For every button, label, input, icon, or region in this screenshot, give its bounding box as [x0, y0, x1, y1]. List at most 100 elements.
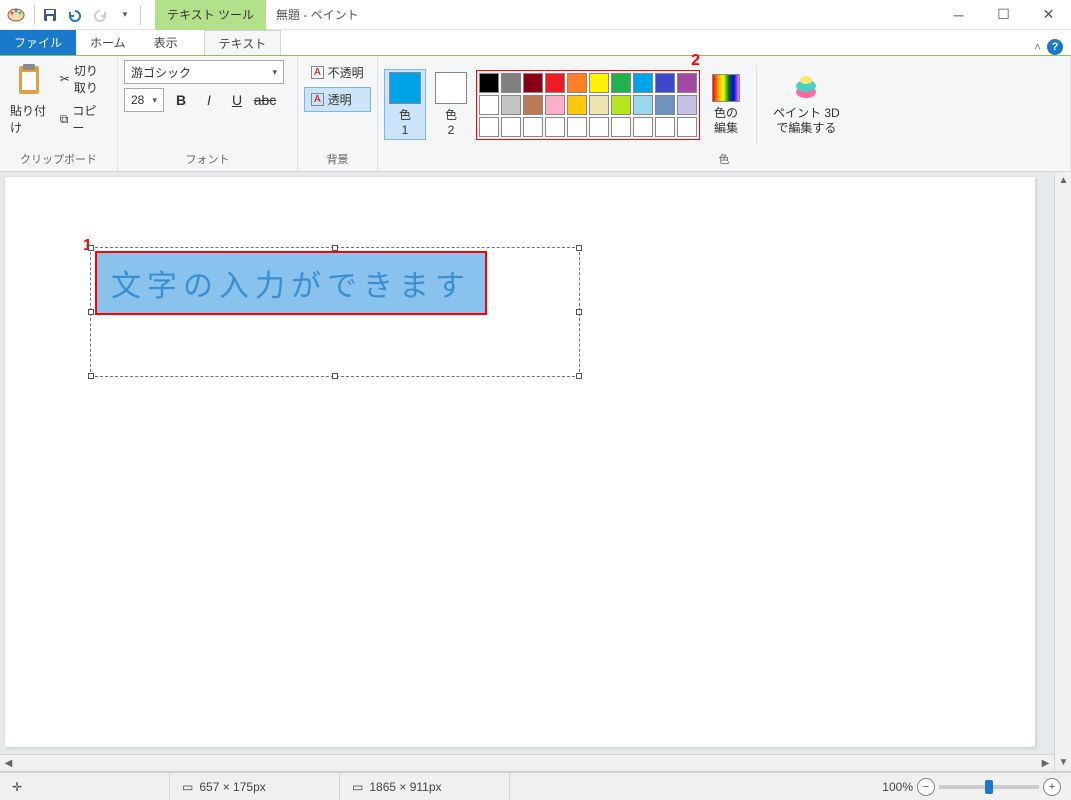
- window-title: 無題 - ペイント: [276, 6, 359, 23]
- canvas[interactable]: 1 文字の入力ができます: [5, 177, 1035, 747]
- color-swatch[interactable]: [655, 73, 675, 93]
- zoom-controls: 100% − +: [872, 778, 1071, 796]
- font-size-combobox[interactable]: 28▾: [124, 88, 164, 112]
- color-swatch[interactable]: [545, 117, 565, 137]
- color-swatch[interactable]: [633, 95, 653, 115]
- color-swatch[interactable]: [655, 117, 675, 137]
- file-size-cell: [510, 773, 872, 800]
- color1-button[interactable]: 色 1: [384, 69, 426, 140]
- colors-group: 色 1 色 2 2 色の 編集 ペイント 3D で編集: [378, 56, 1071, 171]
- edit-colors-button[interactable]: 色の 編集: [704, 72, 748, 137]
- color-swatch[interactable]: [545, 95, 565, 115]
- color-swatch[interactable]: [589, 95, 609, 115]
- color-palette: [476, 70, 700, 140]
- ribbon: 貼り付け ✂切り取り ⧉コピー クリップボード 游ゴシック▾ 28▾ B I U…: [0, 55, 1071, 172]
- color-swatch[interactable]: [523, 95, 543, 115]
- strikethrough-button[interactable]: abc: [254, 89, 276, 111]
- file-tab[interactable]: ファイル: [0, 30, 76, 55]
- text-tab[interactable]: テキスト: [204, 30, 282, 55]
- background-label: 背景: [304, 149, 371, 169]
- redo-button[interactable]: [89, 4, 111, 26]
- canvas-text[interactable]: 文字の入力ができます: [97, 253, 485, 313]
- selection-size-icon: ▭: [182, 780, 193, 794]
- quick-access-toolbar: ▾: [39, 4, 136, 26]
- close-button[interactable]: ✕: [1026, 0, 1071, 30]
- color-swatch[interactable]: [479, 73, 499, 93]
- canvas-size-cell: ▭ 1865 × 911px: [340, 773, 510, 800]
- color-swatch[interactable]: [611, 117, 631, 137]
- transparent-option[interactable]: A透明: [304, 87, 371, 112]
- tabs-row: ファイル ホーム 表示 テキスト ˄ ?: [0, 30, 1071, 55]
- color-swatch[interactable]: [633, 117, 653, 137]
- color-swatch[interactable]: [479, 117, 499, 137]
- maximize-button[interactable]: ☐: [981, 0, 1026, 30]
- selection-size-cell: ▭ 657 × 175px: [170, 773, 340, 800]
- cursor-position-cell: ✛: [0, 773, 170, 800]
- qat-customize-button[interactable]: ▾: [114, 4, 136, 26]
- copy-icon: ⧉: [60, 112, 69, 127]
- crosshair-icon: ✛: [12, 780, 22, 794]
- color1-swatch: [389, 72, 421, 104]
- status-bar: ✛ ▭ 657 × 175px ▭ 1865 × 911px 100% − +: [0, 772, 1071, 800]
- color-swatch[interactable]: [545, 73, 565, 93]
- color-swatch[interactable]: [677, 95, 697, 115]
- canvas-area: 1 文字の入力ができます ▲ ▼ ◀ ▶: [0, 172, 1071, 772]
- color-swatch[interactable]: [589, 117, 609, 137]
- zoom-in-button[interactable]: +: [1043, 778, 1061, 796]
- help-icon[interactable]: ?: [1047, 39, 1063, 55]
- rainbow-icon: [712, 74, 740, 102]
- clipboard-label: クリップボード: [6, 149, 111, 169]
- bold-button[interactable]: B: [170, 89, 192, 111]
- color-swatch[interactable]: [479, 95, 499, 115]
- underline-button[interactable]: U: [226, 89, 248, 111]
- undo-button[interactable]: [64, 4, 86, 26]
- color-swatch[interactable]: [523, 117, 543, 137]
- opaque-icon: A: [311, 66, 324, 79]
- zoom-slider[interactable]: [939, 785, 1039, 789]
- zoom-out-button[interactable]: −: [917, 778, 935, 796]
- text-highlight-box: 文字の入力ができます: [95, 251, 487, 315]
- context-tool-label: テキスト ツール: [155, 0, 266, 30]
- transparent-icon: A: [311, 93, 324, 106]
- scissors-icon: ✂: [60, 72, 70, 86]
- color-swatch[interactable]: [567, 73, 587, 93]
- color-swatch[interactable]: [567, 95, 587, 115]
- horizontal-scrollbar[interactable]: ◀ ▶: [0, 754, 1054, 771]
- font-group: 游ゴシック▾ 28▾ B I U abc フォント: [118, 56, 298, 171]
- minimize-button[interactable]: ─: [936, 0, 981, 30]
- color-swatch[interactable]: [567, 117, 587, 137]
- paste-button[interactable]: 貼り付け: [6, 60, 52, 138]
- color-swatch[interactable]: [655, 95, 675, 115]
- color-swatch[interactable]: [677, 73, 697, 93]
- clipboard-icon: [13, 62, 45, 98]
- colors-label: 色: [384, 149, 1064, 169]
- title-bar: ▾ テキスト ツール 無題 - ペイント ─ ☐ ✕: [0, 0, 1071, 30]
- app-icon: [6, 5, 26, 25]
- zoom-level: 100%: [882, 780, 913, 794]
- color-swatch[interactable]: [501, 73, 521, 93]
- color-swatch[interactable]: [611, 73, 631, 93]
- color-swatch[interactable]: [611, 95, 631, 115]
- cut-button[interactable]: ✂切り取り: [56, 60, 111, 98]
- color2-swatch: [435, 72, 467, 104]
- home-tab[interactable]: ホーム: [76, 30, 140, 55]
- collapse-ribbon-icon[interactable]: ˄: [1034, 40, 1041, 54]
- paint3d-button[interactable]: ペイント 3D で編集する: [765, 72, 848, 137]
- italic-button[interactable]: I: [198, 89, 220, 111]
- save-button[interactable]: [39, 4, 61, 26]
- color-swatch[interactable]: [501, 95, 521, 115]
- color-swatch[interactable]: [589, 73, 609, 93]
- font-name-combobox[interactable]: 游ゴシック▾: [124, 60, 284, 84]
- color-swatch[interactable]: [501, 117, 521, 137]
- paint3d-icon: [792, 74, 820, 102]
- color-swatch[interactable]: [677, 117, 697, 137]
- color-swatch[interactable]: [523, 73, 543, 93]
- canvas-size-icon: ▭: [352, 780, 363, 794]
- copy-button[interactable]: ⧉コピー: [56, 100, 111, 138]
- background-group: A不透明 A透明 背景: [298, 56, 378, 171]
- view-tab[interactable]: 表示: [140, 30, 192, 55]
- color2-button[interactable]: 色 2: [430, 69, 472, 140]
- vertical-scrollbar[interactable]: ▲ ▼: [1054, 172, 1071, 771]
- color-swatch[interactable]: [633, 73, 653, 93]
- opaque-option[interactable]: A不透明: [304, 60, 371, 85]
